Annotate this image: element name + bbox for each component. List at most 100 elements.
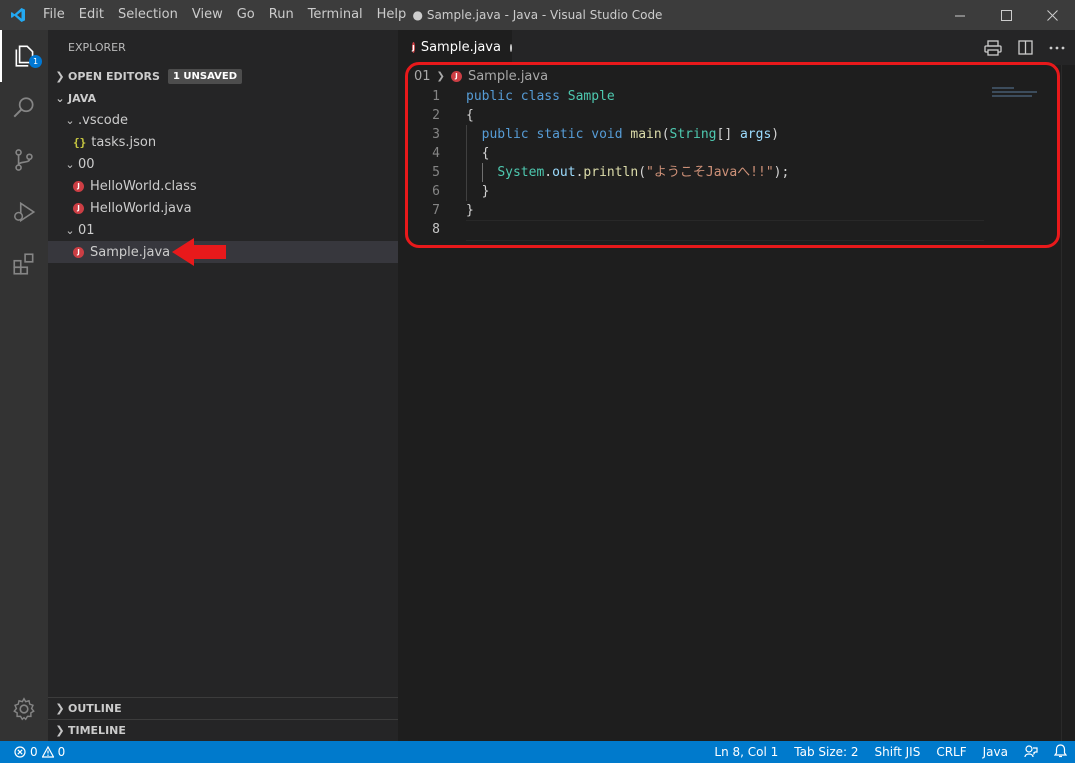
code-text: } — [466, 203, 474, 218]
chevron-down-icon: ⌄ — [55, 91, 65, 105]
code-line: 6 } — [398, 182, 988, 201]
tree-file-helloworld-java[interactable]: J HelloWorld.java — [48, 197, 398, 219]
code-text: { — [466, 108, 474, 123]
split-editor-button[interactable] — [1018, 40, 1033, 55]
line-number: 1 — [432, 89, 440, 104]
outline-label: OUTLINE — [68, 702, 122, 715]
tab-bar: J Sample.java — [398, 30, 1075, 65]
code-line: 1 public class Sample — [398, 87, 988, 106]
sidebar-title: EXPLORER — [68, 41, 126, 54]
tab-label: Sample.java — [420, 40, 501, 55]
open-editors-section[interactable]: ❯ OPEN EDITORS 1 UNSAVED — [48, 65, 398, 87]
tab-sample-java[interactable]: J Sample.java — [398, 30, 512, 65]
split-editor-icon — [1018, 40, 1033, 55]
menu-edit[interactable]: Edit — [72, 0, 111, 30]
code-line: 3 public static void main(String[] args) — [398, 125, 988, 144]
end-of-line[interactable]: CRLF — [928, 745, 974, 759]
encoding[interactable]: Shift JIS — [867, 745, 929, 759]
unsaved-dot-icon[interactable] — [509, 43, 512, 52]
code-text: } — [481, 184, 490, 199]
line-number: 8 — [432, 222, 440, 237]
close-icon — [1046, 9, 1058, 21]
close-window-button[interactable] — [1029, 0, 1075, 30]
status-right: Ln 8, Col 1 Tab Size: 2 Shift JIS CRLF J… — [706, 741, 1075, 763]
menu-go[interactable]: Go — [230, 0, 262, 30]
java-file-icon: J — [450, 70, 462, 82]
explorer-sidebar: EXPLORER ❯ OPEN EDITORS 1 UNSAVED ⌄ JAVA… — [48, 30, 398, 741]
java-file-icon: J — [73, 180, 84, 192]
chevron-right-icon: ❯ — [436, 70, 445, 82]
menu-bar: File Edit Selection View Go Run Terminal… — [36, 0, 413, 30]
error-count: 0 — [30, 745, 38, 759]
tab-size[interactable]: Tab Size: 2 — [786, 745, 866, 759]
breadcrumb-file[interactable]: Sample.java — [468, 69, 548, 84]
vscode-logo-icon — [0, 0, 36, 30]
menu-file[interactable]: File — [36, 0, 72, 30]
chevron-down-icon: ⌄ — [65, 157, 75, 171]
tree-folder-vscode[interactable]: ⌄ .vscode — [48, 109, 398, 131]
code-line-current: 8 — [398, 220, 988, 241]
chevron-down-icon: ⌄ — [65, 223, 75, 237]
code-text: System.out.println("ようこそJavaへ!!"); — [497, 165, 790, 180]
problems-indicator[interactable]: 0 0 — [0, 745, 65, 759]
notifications-button[interactable] — [1046, 743, 1075, 761]
activity-extensions[interactable] — [0, 238, 48, 290]
line-number: 7 — [432, 203, 440, 218]
status-bar: 0 0 Ln 8, Col 1 Tab Size: 2 Shift JIS CR… — [0, 741, 1075, 763]
activity-run-debug[interactable] — [0, 186, 48, 238]
extensions-icon — [13, 253, 34, 275]
activity-bar: 1 — [0, 30, 48, 741]
activity-explorer[interactable]: 1 — [0, 30, 48, 82]
vertical-scrollbar[interactable] — [1061, 65, 1075, 741]
feedback-icon — [1024, 744, 1038, 757]
menu-selection[interactable]: Selection — [111, 0, 185, 30]
tree-file-tasks-json[interactable]: {} tasks.json — [48, 131, 398, 153]
minimize-button[interactable] — [937, 0, 983, 30]
java-file-icon: J — [73, 246, 84, 258]
bell-icon — [1053, 743, 1068, 757]
minimap[interactable] — [992, 87, 1054, 103]
menu-help[interactable]: Help — [370, 0, 414, 30]
code-text: public static void main(String[] args) — [481, 127, 780, 142]
search-icon — [13, 97, 34, 118]
editor-actions — [984, 30, 1065, 65]
line-number: 6 — [432, 184, 440, 199]
maximize-button[interactable] — [983, 0, 1029, 30]
code-line: 4 { — [398, 144, 988, 163]
minimize-icon — [954, 15, 965, 16]
timeline-section[interactable]: ❯ TIMELINE — [48, 719, 398, 741]
outline-section[interactable]: ❯ OUTLINE — [48, 697, 398, 719]
feedback-button[interactable] — [1016, 744, 1046, 761]
settings-gear-icon — [13, 697, 35, 721]
tree-item-label: .vscode — [78, 112, 128, 128]
activity-source-control[interactable] — [0, 134, 48, 186]
menu-run[interactable]: Run — [262, 0, 301, 30]
line-number: 2 — [432, 108, 440, 123]
tree-item-label: HelloWorld.class — [90, 178, 197, 194]
tree-file-helloworld-class[interactable]: J HelloWorld.class — [48, 175, 398, 197]
menu-terminal[interactable]: Terminal — [301, 0, 370, 30]
tree-item-label: tasks.json — [91, 134, 157, 150]
activity-search[interactable] — [0, 82, 48, 134]
workspace-label: JAVA — [68, 91, 97, 105]
breadcrumb-folder[interactable]: 01 — [414, 69, 431, 84]
java-file-icon: J — [412, 42, 415, 53]
code-editor[interactable]: 1 public class Sample 2 { 3 public stati… — [398, 87, 988, 241]
tree-item-label: 00 — [78, 156, 95, 172]
tree-folder-00[interactable]: ⌄ 00 — [48, 153, 398, 175]
source-control-icon — [15, 149, 33, 171]
menu-view[interactable]: View — [185, 0, 230, 30]
workspace-section[interactable]: ⌄ JAVA — [48, 87, 398, 109]
chevron-right-icon: ❯ — [55, 724, 65, 737]
warning-icon — [41, 746, 54, 758]
language-mode[interactable]: Java — [975, 745, 1016, 759]
code-line: 2 { — [398, 106, 988, 125]
line-number: 4 — [432, 146, 440, 161]
line-number: 3 — [432, 127, 440, 142]
code-line: 7 } — [398, 201, 988, 220]
more-actions-button[interactable] — [1049, 46, 1065, 50]
activity-settings[interactable] — [0, 683, 48, 735]
tree-item-label: Sample.java — [90, 244, 171, 260]
print-button[interactable] — [984, 39, 1002, 56]
cursor-position[interactable]: Ln 8, Col 1 — [706, 745, 786, 759]
